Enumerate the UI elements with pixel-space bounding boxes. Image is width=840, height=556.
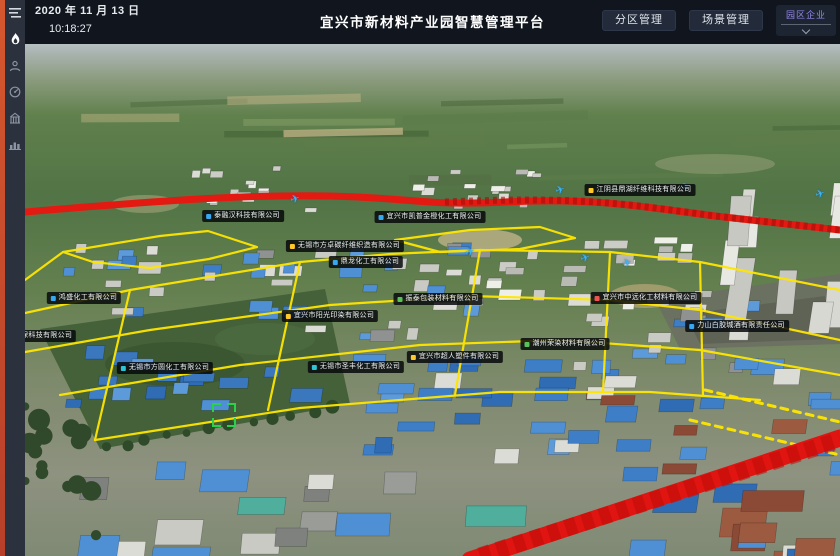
company-name: 泰融汉科技有限公司 <box>214 212 280 220</box>
building-icon[interactable] <box>5 110 25 126</box>
company-label[interactable]: 力山白胶城酒有限责任公司 <box>685 320 789 332</box>
map-3d-view[interactable]: 泰融汉科技有限公司 宜兴市凯普金橙化工有限公司无锡市方卓碳纤维织造有限公司鼎龙化工… <box>25 44 840 556</box>
scene-management-button[interactable]: 场景管理 <box>689 10 763 31</box>
company-name: 鸿盛化工有限公司 <box>59 294 117 302</box>
company-label[interactable]: 宜兴市阳光印染有限公司 <box>282 310 378 322</box>
company-label[interactable]: 无锡市方圆化工有限公司 <box>117 362 213 374</box>
company-marker-icon <box>121 366 126 371</box>
company-label[interactable]: 环保科技有限公司 <box>25 330 76 342</box>
park-enterprise-label: 园区企业 <box>781 8 831 25</box>
company-name: 力山白胶城酒有限责任公司 <box>697 322 785 330</box>
company-marker-icon <box>525 342 530 347</box>
sidebar <box>5 0 25 556</box>
accent-stripe <box>0 0 5 556</box>
company-label[interactable]: 鸿盛化工有限公司 <box>47 292 121 304</box>
company-label[interactable]: 振泰包装材料有限公司 <box>394 293 483 305</box>
company-name: 无锡市方圆化工有限公司 <box>129 364 209 372</box>
chevron-down-icon <box>803 27 810 34</box>
company-name: 鼎龙化工有限公司 <box>341 258 399 266</box>
company-marker-icon <box>286 314 291 319</box>
bar-chart-icon[interactable] <box>5 136 25 152</box>
company-name: 宜兴市超人塑件有限公司 <box>419 353 499 361</box>
park-enterprise-dropdown[interactable]: 园区企业 <box>776 5 836 36</box>
company-marker-icon <box>206 214 211 219</box>
company-marker-icon <box>379 215 384 220</box>
company-marker-icon <box>51 296 56 301</box>
gauge-icon[interactable] <box>5 84 25 100</box>
company-label[interactable]: 潮州荣染材料有限公司 <box>521 338 610 350</box>
company-label[interactable]: 江阴县鼎湖纤维科技有限公司 <box>585 184 696 196</box>
company-name: 无锡市方卓碳纤维织造有限公司 <box>298 242 400 250</box>
company-marker-icon <box>595 296 600 301</box>
zone-management-button[interactable]: 分区管理 <box>602 10 676 31</box>
company-label[interactable]: 宜兴市凯普金橙化工有限公司 <box>375 211 486 223</box>
company-name: 无锡市圣丰化工有限公司 <box>320 363 400 371</box>
company-label[interactable]: 宜兴市中远化工材料有限公司 <box>591 292 702 304</box>
company-label[interactable]: 无锡市方卓碳纤维织造有限公司 <box>286 240 404 252</box>
company-marker-icon <box>411 355 416 360</box>
company-marker-icon <box>333 260 338 265</box>
company-label[interactable]: 宜兴市超人塑件有限公司 <box>407 351 503 363</box>
company-label[interactable]: 鼎龙化工有限公司 <box>329 256 403 268</box>
header-bar: 2020 年 11 月 13 日 10:18:27 宜兴市新材料产业园智慧管理平… <box>25 0 840 44</box>
company-marker-icon <box>689 324 694 329</box>
menu-icon[interactable] <box>5 5 25 21</box>
company-name: 潮州荣染材料有限公司 <box>533 340 606 348</box>
company-marker-icon <box>312 365 317 370</box>
company-name: 江阴县鼎湖纤维科技有限公司 <box>597 186 692 194</box>
selection-reticle <box>212 403 236 427</box>
company-name: 宜兴市中远化工材料有限公司 <box>603 294 698 302</box>
company-label[interactable]: 泰融汉科技有限公司 <box>202 210 284 222</box>
company-name: 宜兴市阳光印染有限公司 <box>294 312 374 320</box>
company-name: 宜兴市凯普金橙化工有限公司 <box>387 213 482 221</box>
fire-icon[interactable] <box>5 31 25 47</box>
company-marker-icon <box>290 244 295 249</box>
company-name: 振泰包装材料有限公司 <box>406 295 479 303</box>
company-name: 环保科技有限公司 <box>25 332 72 340</box>
header-actions: 分区管理 场景管理 园区企业 <box>602 5 836 36</box>
company-marker-icon <box>398 297 403 302</box>
user-icon[interactable] <box>5 58 25 74</box>
company-label[interactable]: 无锡市圣丰化工有限公司 <box>308 361 404 373</box>
company-marker-icon <box>589 188 594 193</box>
